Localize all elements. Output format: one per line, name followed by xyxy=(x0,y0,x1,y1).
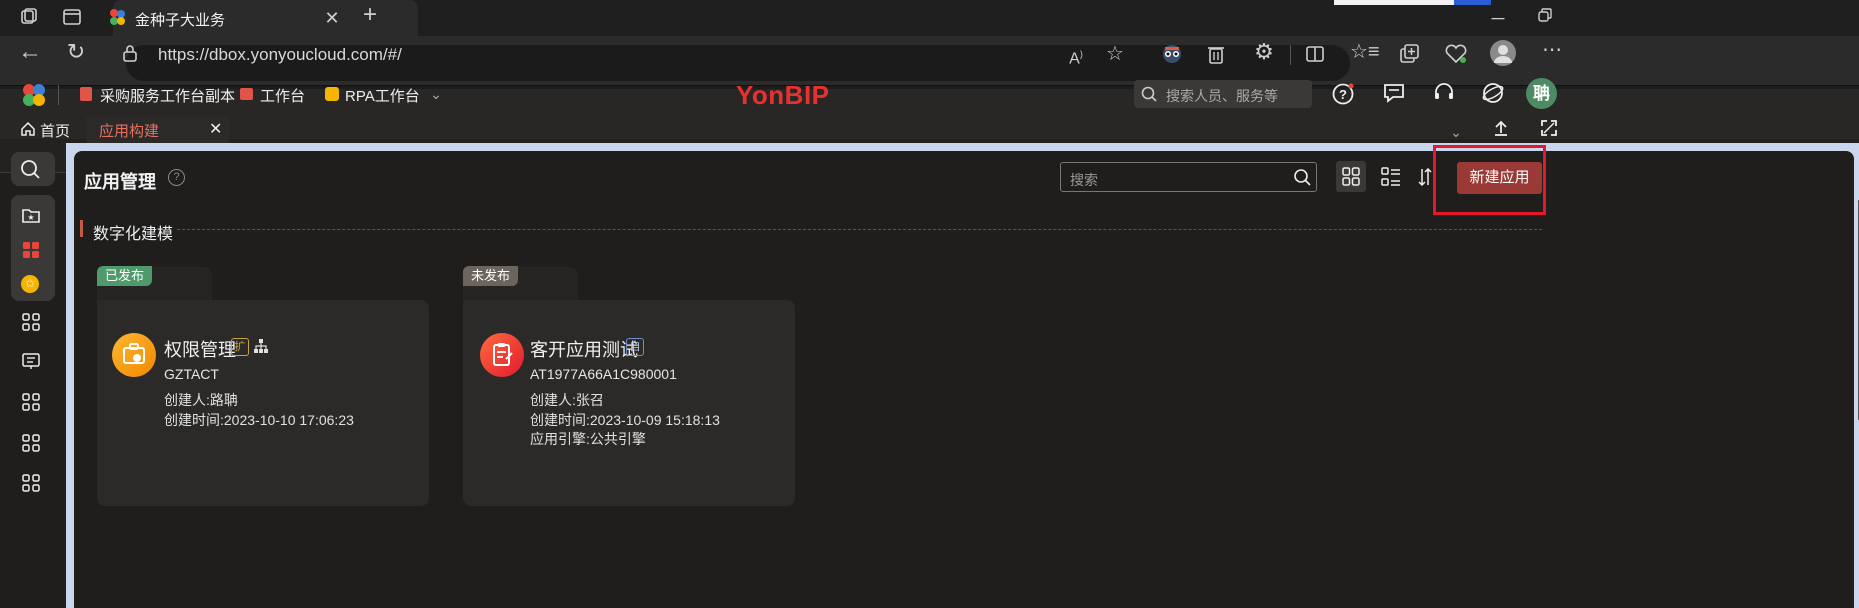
page-title: 应用管理 xyxy=(84,172,156,192)
test-app-icon xyxy=(480,333,524,377)
trash-icon[interactable] xyxy=(1206,43,1226,65)
close-icon[interactable]: ✕ xyxy=(322,8,342,28)
tab-favicon-icon xyxy=(108,8,126,26)
chevron-down-icon[interactable]: ⌄ xyxy=(428,84,444,102)
sidebar-item-favorites[interactable]: ★ xyxy=(21,205,41,225)
sidebar-item-app[interactable] xyxy=(23,242,39,258)
document-icon xyxy=(80,87,92,101)
message-icon[interactable] xyxy=(1382,81,1406,105)
card-title[interactable]: 权限管理 xyxy=(164,336,236,362)
shortcut-label: RPA工作台 xyxy=(345,88,420,105)
favorites-icon[interactable]: ☆≡ xyxy=(1350,42,1380,66)
global-search-placeholder: 搜索人员、服务等 xyxy=(1166,88,1278,104)
toolbar-divider xyxy=(1290,45,1291,65)
app-logo-icon[interactable] xyxy=(21,82,47,108)
rpa-icon xyxy=(325,87,339,101)
shortcut-label: 工作台 xyxy=(260,88,306,105)
section-marker xyxy=(80,220,83,237)
window-accent xyxy=(1454,0,1491,5)
avatar[interactable]: 聃 xyxy=(1526,78,1557,109)
status-badge: 已发布 xyxy=(97,266,153,286)
shortcut-item-rpa[interactable]: RPA工作台 xyxy=(325,85,420,105)
svg-text:?: ? xyxy=(1339,87,1347,102)
back-icon[interactable]: ← xyxy=(18,40,42,66)
custom-badge: 自 xyxy=(626,338,644,356)
list-view-button[interactable] xyxy=(1380,166,1402,188)
svg-text:★: ★ xyxy=(27,213,34,222)
app-created-time: 创建时间:2023-10-09 15:18:13 xyxy=(530,412,720,428)
extension-icon[interactable] xyxy=(1160,42,1184,66)
ai-assistant-icon[interactable] xyxy=(1481,81,1505,105)
sidebar-item-star-app[interactable]: ✩ xyxy=(21,275,39,293)
help-icon[interactable]: ? xyxy=(168,169,185,186)
sidebar-item-report[interactable] xyxy=(22,352,40,370)
close-icon[interactable]: ✕ xyxy=(209,119,222,139)
sidebar-item-grid-4[interactable] xyxy=(22,474,40,492)
tab-actions-icon[interactable] xyxy=(62,7,84,29)
sidebar-item-grid-1[interactable] xyxy=(22,313,40,331)
extension-badge: 扩 xyxy=(231,338,249,356)
profile-icon[interactable] xyxy=(1490,40,1516,66)
app-code: GZTACT xyxy=(164,366,219,382)
global-search-box[interactable]: 搜索人员、服务等 xyxy=(1134,80,1312,108)
home-icon xyxy=(20,121,36,142)
refresh-icon[interactable]: ↻ xyxy=(64,41,88,66)
grid-view-button[interactable] xyxy=(1336,161,1366,192)
read-aloud-icon[interactable]: A) xyxy=(1064,44,1088,67)
shortcut-item-procurement[interactable]: 采购服务工作台副本 xyxy=(80,85,235,105)
chevron-down-icon[interactable]: ⌄ xyxy=(1448,122,1464,140)
url-text[interactable]: https://dbox.yonyoucloud.com/#/ xyxy=(158,45,402,65)
help-icon[interactable]: ? xyxy=(1331,82,1355,106)
favorite-star-icon[interactable]: ☆ xyxy=(1104,44,1126,66)
search-input[interactable]: 搜索 xyxy=(1060,162,1317,192)
upload-icon[interactable] xyxy=(1492,119,1510,137)
restore-icon[interactable] xyxy=(1538,8,1554,24)
health-icon[interactable] xyxy=(1444,43,1468,65)
search-placeholder: 搜索 xyxy=(1070,172,1098,188)
app-creator: 创建人:张召 xyxy=(530,392,604,408)
section-divider xyxy=(177,229,1542,230)
shortcut-item-workbench[interactable]: 工作台 xyxy=(240,85,310,105)
hierarchy-icon xyxy=(254,339,268,353)
search-icon xyxy=(19,158,41,180)
status-badge: 未发布 xyxy=(463,266,519,286)
fullscreen-icon[interactable] xyxy=(1540,119,1558,137)
split-screen-icon[interactable] xyxy=(1304,43,1326,65)
card-title[interactable]: 客开应用测试 xyxy=(530,336,638,362)
app-code: AT1977A66A1C980001 xyxy=(530,366,677,382)
new-app-label: 新建应用 xyxy=(1469,169,1530,186)
header-divider xyxy=(58,85,59,105)
shortcut-label: 采购服务工作台副本 xyxy=(100,88,236,105)
minimize-icon[interactable]: ─ xyxy=(1488,8,1508,28)
tab-app-build[interactable]: 应用构建 ✕ xyxy=(86,116,229,143)
workbench-icon xyxy=(240,88,253,100)
extensions-puzzle-icon[interactable]: ⚙ xyxy=(1252,41,1276,66)
app-creator: 创建人:路聃 xyxy=(164,392,238,408)
tab-title: 金种子大业务 xyxy=(135,12,226,29)
sidebar-item-grid-3[interactable] xyxy=(22,434,40,452)
app-card[interactable] xyxy=(463,300,795,506)
workspaces-icon[interactable] xyxy=(18,7,40,29)
app-created-time: 创建时间:2023-10-10 17:06:23 xyxy=(164,412,354,428)
more-icon[interactable]: ⋯ xyxy=(1540,40,1564,64)
support-headset-icon[interactable] xyxy=(1432,81,1456,105)
tab-home-label: 首页 xyxy=(40,123,71,140)
sidebar-item-grid-2[interactable] xyxy=(22,393,40,411)
collections-icon[interactable] xyxy=(1398,43,1420,65)
search-icon[interactable] xyxy=(1293,168,1311,191)
section-title: 数字化建模 xyxy=(93,226,174,243)
app-card[interactable] xyxy=(97,300,429,506)
lock-icon[interactable] xyxy=(122,44,140,62)
app-engine: 应用引擎:公共引擎 xyxy=(530,431,646,447)
tab-home[interactable]: 首页 xyxy=(20,120,80,140)
search-icon xyxy=(1140,85,1158,108)
sort-icon[interactable] xyxy=(1418,166,1432,188)
new-tab-icon[interactable]: + xyxy=(358,3,382,29)
tab-app-build-label: 应用构建 xyxy=(99,123,160,140)
brand-logo: YonBIP xyxy=(736,80,830,110)
new-app-button[interactable]: 新建应用 xyxy=(1457,162,1542,194)
permission-app-icon xyxy=(112,333,156,377)
window-controls xyxy=(1334,0,1454,5)
